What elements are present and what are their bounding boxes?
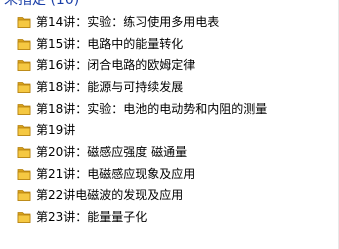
group-header[interactable]: 未指定 (10) (4, 0, 79, 9)
folder-label: 第18讲：实验：电池的电动势和内阻的测量 (36, 101, 268, 116)
folder-list: 第14讲：实验：练习使用多用电表 第15讲：电路中的能量转化 第16讲：闭合电路… (17, 11, 337, 228)
folder-item[interactable]: 第18讲：实验：电池的电动势和内阻的测量 (17, 98, 337, 120)
folder-label: 第18讲：能源与可持续发展 (36, 79, 184, 94)
folder-item[interactable]: 第21讲：电磁感应现象及应用 (17, 163, 337, 185)
folder-item[interactable]: 第19讲 (17, 119, 337, 141)
folder-icon (17, 16, 31, 28)
folder-label: 第16讲：闭合电路的欧姆定律 (36, 58, 196, 73)
folder-label: 第22讲电磁波的发现及应用 (36, 188, 184, 203)
folder-item[interactable]: 第20讲：磁感应强度 磁通量 (17, 141, 337, 163)
folder-icon (17, 212, 31, 223)
folder-label: 第19讲 (36, 123, 76, 138)
folder-label: 第15讲：电路中的能量转化 (36, 36, 184, 51)
folder-label: 第20讲：磁感应强度 磁通量 (36, 144, 188, 159)
folder-item[interactable]: 第15讲：电路中的能量转化 (17, 33, 337, 55)
group-header-title: 未指定 (10) (4, 0, 80, 8)
folder-item[interactable]: 第16讲：闭合电路的欧姆定律 (17, 54, 337, 76)
folder-icon (17, 125, 31, 137)
folder-item[interactable]: 第18讲：能源与可持续发展 (17, 76, 337, 98)
folder-icon (17, 103, 31, 115)
folder-icon (17, 60, 31, 72)
folder-item[interactable]: 第22讲电磁波的发现及应用 (17, 185, 337, 207)
folder-icon (17, 38, 31, 50)
folder-label: 第23讲：能量量子化 (36, 210, 148, 225)
folder-icon (17, 147, 31, 158)
folder-icon (17, 190, 31, 202)
folder-label: 第21讲：电磁感应现象及应用 (36, 166, 196, 181)
folder-item[interactable]: 第14讲：实验：练习使用多用电表 (17, 11, 337, 33)
folder-icon (17, 168, 31, 180)
folder-icon (17, 82, 31, 93)
folder-label: 第14讲：实验：练习使用多用电表 (36, 14, 220, 29)
folder-item[interactable]: 第23讲：能量量子化 (17, 206, 337, 228)
